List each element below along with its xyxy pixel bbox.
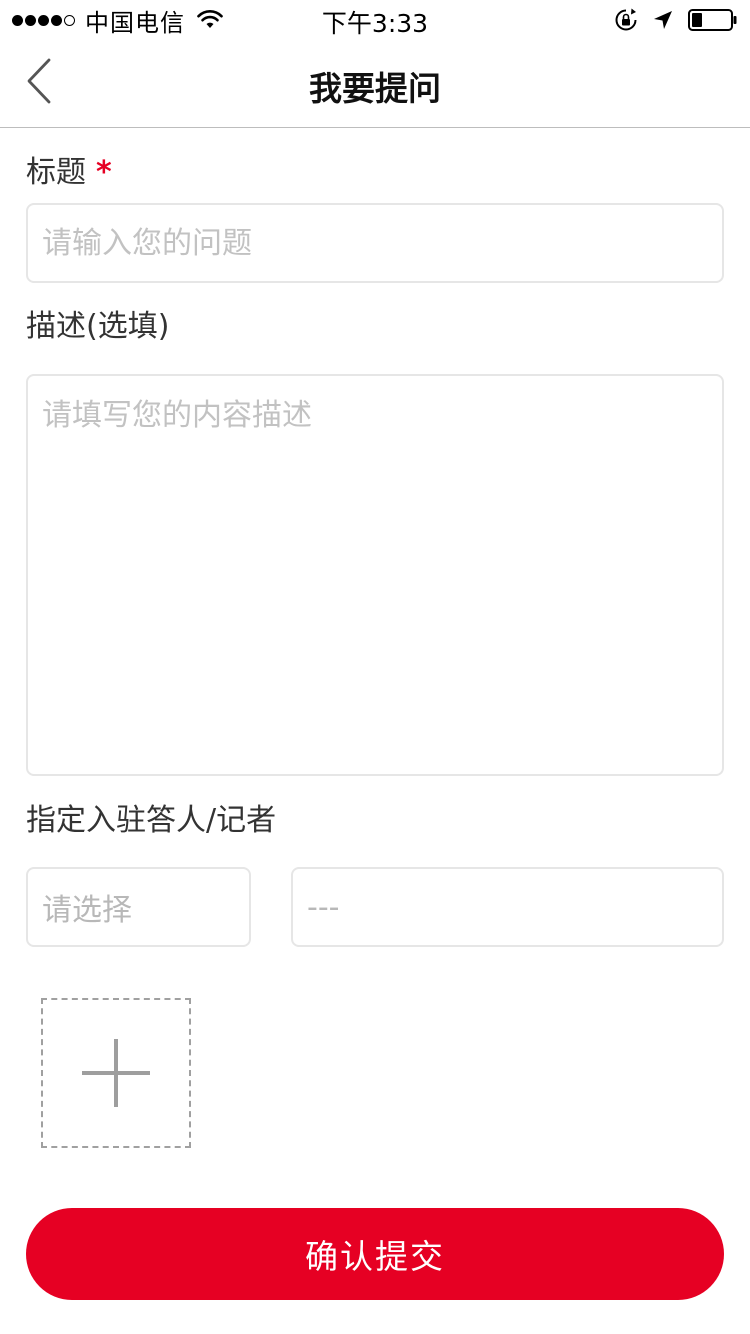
- status-bar: 中国电信 下午3:33: [0, 0, 750, 40]
- assignee-label: 指定入驻答人/记者: [26, 803, 277, 838]
- assignee-type-select-value: 请选择: [42, 893, 132, 928]
- battery-icon: [688, 9, 738, 31]
- description-field-box: [26, 374, 724, 776]
- description-textarea[interactable]: [28, 376, 722, 774]
- title-field-box: [26, 203, 724, 283]
- description-label: 描述(选填): [26, 309, 170, 344]
- title-label-row: 标题 *: [26, 153, 112, 193]
- assignee-person-select[interactable]: ---: [291, 867, 724, 947]
- assignee-person-select-value: ---: [307, 889, 340, 925]
- submit-button[interactable]: 确认提交: [26, 1208, 724, 1300]
- assignee-type-select[interactable]: 请选择: [26, 867, 251, 947]
- page-title: 我要提问: [309, 69, 441, 108]
- submit-button-label: 确认提交: [305, 1237, 445, 1276]
- nav-bar: 我要提问: [0, 40, 750, 128]
- plus-icon-vertical: [114, 1039, 118, 1107]
- rotation-lock-icon: [614, 8, 638, 32]
- title-input[interactable]: [28, 205, 722, 281]
- location-arrow-icon: [652, 9, 674, 31]
- add-image-button[interactable]: [41, 998, 191, 1148]
- required-mark: *: [96, 155, 112, 190]
- status-right: [600, 6, 738, 34]
- title-label: 标题: [26, 155, 86, 190]
